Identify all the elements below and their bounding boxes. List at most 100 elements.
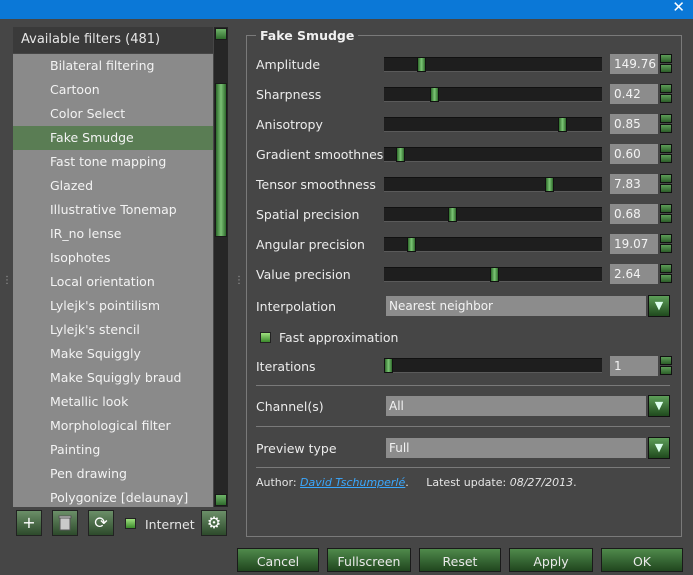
amplitude-slider[interactable] (384, 57, 602, 72)
separator (256, 426, 670, 427)
filter-list-item[interactable]: Local orientation (13, 270, 213, 294)
spatial-precision-value[interactable]: 0.68 (610, 204, 658, 224)
value-precision-slider[interactable] (384, 267, 602, 282)
channels-select[interactable]: All (386, 396, 646, 416)
filter-list-item[interactable]: Metallic look (13, 390, 213, 414)
sharpness-spinner[interactable] (660, 84, 672, 104)
author-prefix: Author: (256, 476, 297, 489)
anisotropy-spinner[interactable] (660, 114, 672, 134)
spatial-precision-spinner[interactable] (660, 204, 672, 224)
filter-list-item[interactable]: Illustrative Tonemap (13, 198, 213, 222)
scroll-thumb[interactable] (215, 83, 227, 237)
filter-list-item[interactable]: Morphological filter (13, 414, 213, 438)
angular-precision-spinner[interactable] (660, 234, 672, 254)
filter-list-item[interactable]: Polygonize [delaunay] (13, 486, 213, 507)
anisotropy-slider-handle[interactable] (558, 117, 567, 132)
angular-precision-slider-handle[interactable] (407, 237, 416, 252)
scroll-up-button[interactable] (215, 28, 227, 40)
fast-approximation-checkbox[interactable] (260, 332, 271, 343)
filter-list-item[interactable]: Fast tone mapping (13, 150, 213, 174)
author-link[interactable]: David Tschumperlé (300, 476, 405, 489)
channels-label: Channel(s) (256, 399, 324, 414)
filters-list[interactable]: Bilateral filtering Cartoon Color Select Fa… (13, 54, 213, 507)
sharpness-slider[interactable] (384, 87, 602, 102)
filter-list-item[interactable]: Painting (13, 438, 213, 462)
gradient-smoothness-spinner[interactable] (660, 144, 672, 164)
filter-list-item[interactable]: Make Squiggly braud (13, 366, 213, 390)
tensor-smoothness-value[interactable]: 7.83 (610, 174, 658, 194)
iterations-spinner[interactable] (660, 356, 672, 376)
filter-list-item[interactable]: Bilateral filtering (13, 54, 213, 78)
separator (256, 467, 670, 468)
iterations-label: Iterations (256, 359, 316, 374)
anisotropy-label: Anisotropy (256, 117, 323, 132)
iterations-slider[interactable] (384, 358, 602, 373)
anisotropy-slider[interactable] (384, 117, 602, 132)
filter-list-item[interactable]: Lylejk's pointilism (13, 294, 213, 318)
delete-icon[interactable] (52, 510, 78, 536)
update-date: 08/27/2013 (509, 476, 574, 489)
add-icon[interactable]: + (16, 510, 42, 536)
value-precision-label: Value precision (256, 267, 351, 282)
cancel-button[interactable]: Cancel (237, 548, 319, 572)
settings-icon[interactable]: ⚙ (201, 510, 227, 536)
title-bar: ✕ (0, 0, 693, 19)
gradient-smoothness-value[interactable]: 0.60 (610, 144, 658, 164)
ok-button[interactable]: OK (601, 548, 683, 572)
internet-label: Internet (145, 517, 195, 532)
filter-title: Fake Smudge (256, 28, 359, 43)
tensor-smoothness-spinner[interactable] (660, 174, 672, 194)
spatial-precision-slider[interactable] (384, 207, 602, 222)
iterations-value[interactable]: 1 (610, 356, 658, 376)
chevron-down-icon[interactable]: ▼ (648, 295, 670, 317)
angular-precision-label: Angular precision (256, 237, 365, 252)
value-precision-value[interactable]: 2.64 (610, 264, 658, 284)
chevron-down-icon[interactable]: ▼ (648, 395, 670, 417)
chevron-down-icon[interactable]: ▼ (648, 437, 670, 459)
scroll-down-button[interactable] (215, 494, 227, 506)
angular-precision-value[interactable]: 19.07 (610, 234, 658, 254)
filter-list-item[interactable]: Lylejk's stencil (13, 318, 213, 342)
update-prefix: Latest update: (426, 476, 507, 489)
value-precision-spinner[interactable] (660, 264, 672, 284)
internet-checkbox[interactable] (125, 518, 136, 529)
filter-list-item[interactable]: Fake Smudge (13, 126, 213, 150)
tensor-smoothness-slider[interactable] (384, 177, 602, 192)
apply-button[interactable]: Apply (509, 548, 593, 572)
sharpness-label: Sharpness (256, 87, 322, 102)
filter-list-item[interactable]: IR_no lense (13, 222, 213, 246)
preview-type-select[interactable]: Full (386, 438, 646, 458)
gradient-smoothness-slider-handle[interactable] (396, 147, 405, 162)
spatial-precision-slider-handle[interactable] (448, 207, 457, 222)
filter-list-item[interactable]: Glazed (13, 174, 213, 198)
fullscreen-button[interactable]: Fullscreen (327, 548, 411, 572)
separator (256, 385, 670, 386)
filter-list-item[interactable]: Cartoon (13, 78, 213, 102)
splitter-grip-left[interactable]: ⋮ (2, 275, 12, 286)
angular-precision-slider[interactable] (384, 237, 602, 252)
tensor-smoothness-label: Tensor smoothness (256, 177, 376, 192)
amplitude-value[interactable]: 149.76 (610, 54, 658, 74)
filters-toolbar: + ⟳ Internet ⚙ (13, 508, 229, 540)
filters-header[interactable]: Available filters (481) (13, 27, 213, 53)
filter-list-item[interactable]: Isophotes (13, 246, 213, 270)
filters-scrollbar[interactable] (214, 27, 228, 507)
iterations-slider-handle[interactable] (384, 358, 393, 373)
interpolation-select[interactable]: Nearest neighbor (386, 296, 646, 316)
close-icon[interactable]: ✕ (672, 0, 685, 16)
refresh-icon[interactable]: ⟳ (88, 510, 114, 536)
amplitude-slider-handle[interactable] (417, 57, 426, 72)
sharpness-value[interactable]: 0.42 (610, 84, 658, 104)
sharpness-slider-handle[interactable] (430, 87, 439, 102)
splitter-grip-middle[interactable]: ⋮ (234, 275, 244, 286)
value-precision-slider-handle[interactable] (490, 267, 499, 282)
anisotropy-value[interactable]: 0.85 (610, 114, 658, 134)
tensor-smoothness-slider-handle[interactable] (545, 177, 554, 192)
filter-list-item[interactable]: Make Squiggly (13, 342, 213, 366)
reset-button[interactable]: Reset (419, 548, 501, 572)
filter-list-item[interactable]: Pen drawing (13, 462, 213, 486)
filter-list-item[interactable]: Color Select (13, 102, 213, 126)
gradient-smoothness-slider[interactable] (384, 147, 602, 162)
amplitude-spinner[interactable] (660, 54, 672, 74)
author-line: Author: David Tschumperlé. Latest update… (256, 476, 577, 489)
